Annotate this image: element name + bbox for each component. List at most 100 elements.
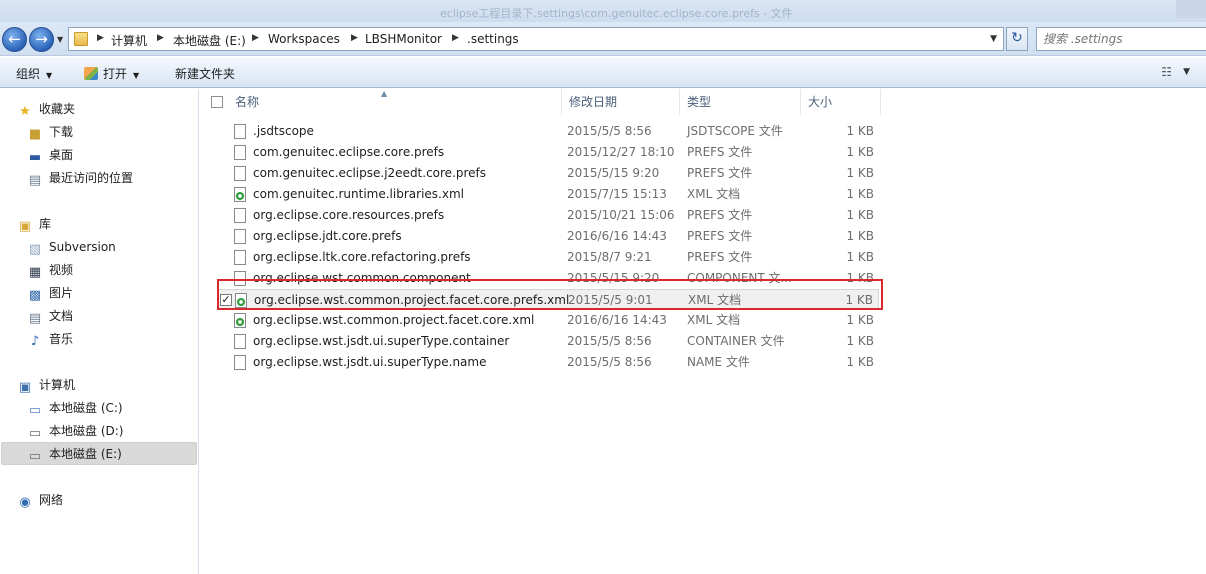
nav-libraries[interactable]: ▣ 库 [17, 214, 51, 234]
breadcrumb-lbshmonitor[interactable]: LBSHMonitor [365, 32, 442, 46]
nav-label: 本地磁盘 (C:) [49, 401, 123, 415]
nav-label: 本地磁盘 (E:) [49, 447, 122, 461]
column-header-name[interactable]: 名称 [228, 89, 562, 115]
view-options-dropdown[interactable]: ▼ [1183, 67, 1190, 77]
file-icon [234, 355, 246, 370]
nav-downloads[interactable]: ■ 下载 [27, 122, 73, 142]
file-size: 1 KB [846, 313, 874, 327]
forward-arrow-icon: → [35, 30, 48, 48]
search-box[interactable] [1036, 27, 1206, 51]
network-icon: ◉ [19, 495, 31, 510]
nav-label: 网络 [39, 493, 64, 507]
chevron-down-icon: ▼ [133, 71, 140, 80]
breadcrumb-separator-icon[interactable]: ▶ [157, 33, 164, 43]
nav-desktop[interactable]: ▬ 桌面 [27, 145, 73, 165]
file-size: 1 KB [846, 334, 874, 348]
file-name: com.genuitec.runtime.libraries.xml [253, 187, 464, 201]
window-controls[interactable] [1176, 0, 1206, 18]
breadcrumb-computer[interactable]: 计算机 [111, 32, 147, 49]
file-icon [234, 229, 246, 244]
column-header-type[interactable]: 类型 [680, 89, 801, 115]
nav-subversion[interactable]: ▧ Subversion [27, 237, 116, 257]
file-row[interactable]: com.genuitec.eclipse.j2eedt.core.prefs 20… [217, 163, 879, 184]
refresh-button[interactable]: ↻ [1006, 27, 1028, 51]
nav-videos[interactable]: ▦ 视频 [27, 260, 73, 280]
nav-favorites[interactable]: ★ 收藏夹 [17, 99, 75, 119]
command-bar: 组织 ▼ 打开 ▼ 新建文件夹 ☷ ▼ [0, 57, 1206, 88]
navigation-pane: ★ 收藏夹 ■ 下载 ▬ 桌面 ▤ 最近访问的位置 ▣ 库 ▧ Subversion ▦ 视频… [0, 89, 199, 574]
column-header-size[interactable]: 大小 [801, 89, 881, 115]
music-icon: ♪ [30, 334, 40, 349]
breadcrumb-drive-e[interactable]: 本地磁盘 (E:) [173, 32, 246, 49]
file-row[interactable]: org.eclipse.jdt.core.prefs 2016/6/16 14:4… [217, 226, 879, 247]
pictures-icon: ▩ [28, 288, 42, 303]
forward-button[interactable]: → [29, 27, 54, 52]
column-label: 修改日期 [569, 95, 618, 109]
breadcrumb-settings[interactable]: .settings [467, 32, 519, 46]
view-options-icon[interactable]: ☷ [1161, 65, 1172, 79]
refresh-icon: ↻ [1011, 30, 1023, 46]
search-input[interactable] [1037, 29, 1197, 49]
file-date: 2015/5/15 9:20 [567, 166, 660, 180]
organize-label: 组织 [16, 67, 41, 81]
breadcrumb-separator-icon[interactable]: ▶ [97, 33, 104, 43]
breadcrumb-separator-icon[interactable]: ▶ [351, 33, 358, 43]
address-history-dropdown[interactable]: ▼ [990, 34, 997, 44]
file-row[interactable]: com.genuitec.runtime.libraries.xml 2015/7… [217, 184, 879, 205]
video-icon: ▦ [28, 265, 42, 280]
nav-recent-places[interactable]: ▤ 最近访问的位置 [27, 168, 133, 188]
nav-label: Subversion [49, 240, 116, 254]
nav-computer[interactable]: ▣ 计算机 [17, 375, 75, 395]
subversion-library-icon: ▧ [28, 242, 42, 257]
address-bar[interactable]: ▶ 计算机 ▶ 本地磁盘 (E:) ▶ Workspaces ▶ LBSHMon… [68, 27, 1004, 51]
file-row[interactable]: org.eclipse.wst.jsdt.ui.superType.name 20… [217, 352, 879, 373]
file-size: 1 KB [846, 145, 874, 159]
documents-icon: ▤ [28, 311, 42, 326]
breadcrumb-separator-icon[interactable]: ▶ [252, 33, 259, 43]
desktop-icon: ▬ [28, 150, 42, 165]
nav-music[interactable]: ♪ 音乐 [27, 329, 73, 349]
file-row[interactable]: org.eclipse.core.resources.prefs 2015/10/… [217, 205, 879, 226]
file-row[interactable]: .jsdtscope 2015/5/5 8:56 JSDTSCOPE 文件 1 KB [217, 121, 879, 142]
nav-drive-c[interactable]: ▭ 本地磁盘 (C:) [27, 398, 123, 418]
file-size: 1 KB [846, 229, 874, 243]
column-label: 大小 [808, 95, 833, 109]
file-date: 2016/6/16 14:43 [567, 313, 667, 327]
file-icon [234, 124, 246, 139]
breadcrumb-separator-icon[interactable]: ▶ [452, 33, 459, 43]
file-row[interactable]: org.eclipse.wst.common.project.facet.cor… [217, 310, 879, 331]
select-all-checkbox[interactable] [211, 96, 223, 108]
new-folder-button[interactable]: 新建文件夹 [175, 65, 235, 82]
nav-drive-d[interactable]: ▭ 本地磁盘 (D:) [27, 421, 124, 441]
nav-label: 库 [39, 217, 52, 231]
window-title: eclipse工程目录下.settings\com.genuitec.eclip… [440, 7, 793, 20]
nav-drive-e[interactable]: ▭ 本地磁盘 (E:) [27, 444, 122, 464]
file-size: 1 KB [846, 208, 874, 222]
file-date: 2016/6/16 14:43 [567, 229, 667, 243]
recent-pages-dropdown[interactable]: ▼ [57, 35, 63, 44]
breadcrumb-workspaces[interactable]: Workspaces [268, 32, 340, 46]
file-type: PREFS 文件 [687, 208, 753, 222]
nav-network[interactable]: ◉ 网络 [17, 490, 63, 510]
explorer-window: eclipse工程目录下.settings\com.genuitec.eclip… [0, 0, 1206, 574]
organize-menu[interactable]: 组织 ▼ [16, 65, 52, 82]
file-row[interactable]: org.eclipse.wst.jsdt.ui.superType.contai… [217, 331, 879, 352]
system-drive-icon: ▭ [28, 403, 42, 418]
nav-pictures[interactable]: ▩ 图片 [27, 283, 73, 303]
nav-documents[interactable]: ▤ 文档 [27, 306, 73, 326]
file-row[interactable]: com.genuitec.eclipse.core.prefs 2015/12/2… [217, 142, 879, 163]
open-label: 打开 [103, 67, 128, 81]
nav-label: 计算机 [39, 378, 76, 392]
sort-ascending-icon: ▲ [381, 89, 388, 98]
back-arrow-icon: ← [8, 30, 21, 48]
back-button[interactable]: ← [2, 27, 27, 52]
nav-label: 桌面 [49, 148, 74, 162]
column-label: 名称 [235, 95, 260, 109]
nav-label: 图片 [49, 286, 74, 300]
file-type: XML 文档 [687, 187, 741, 201]
column-header-date[interactable]: 修改日期 [562, 89, 680, 115]
file-row[interactable]: org.eclipse.ltk.core.refactoring.prefs 20… [217, 247, 879, 268]
drive-icon: ▭ [28, 426, 42, 441]
open-menu[interactable]: 打开 ▼ [84, 65, 139, 82]
file-name: org.eclipse.wst.common.project.facet.cor… [253, 313, 535, 327]
